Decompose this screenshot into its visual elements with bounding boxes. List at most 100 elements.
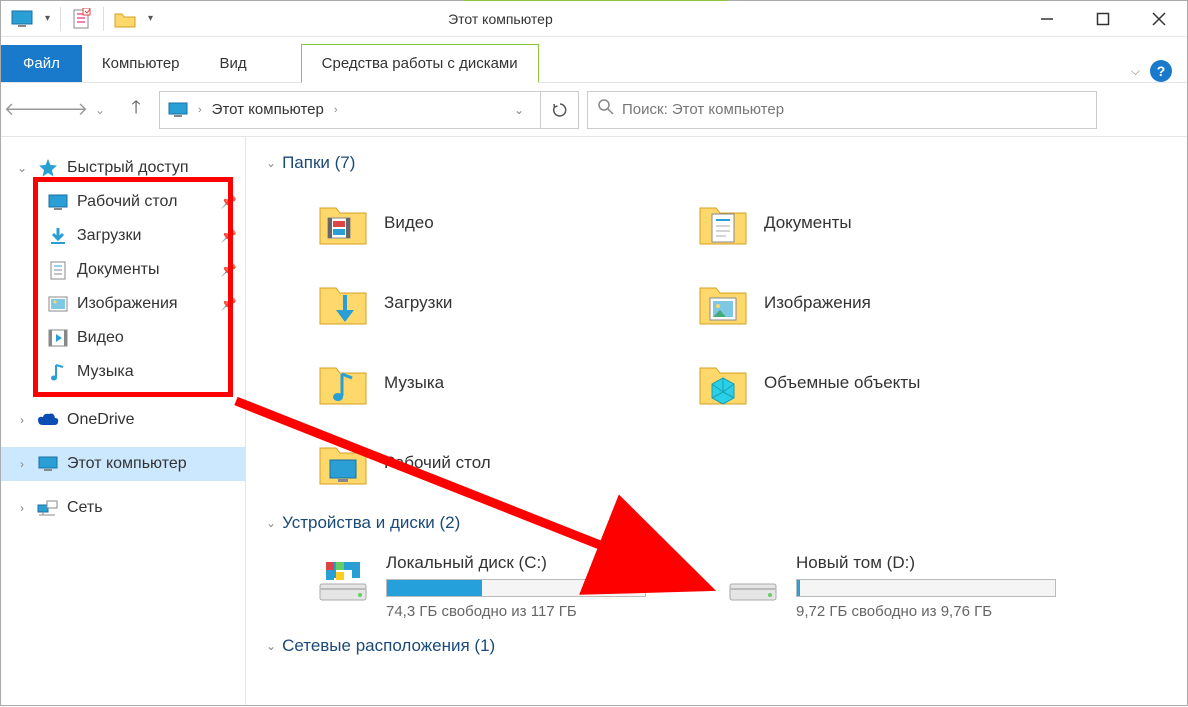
desktop-icon [47, 191, 69, 213]
window-controls [1019, 1, 1187, 36]
sidebar-item-label: Видео [77, 329, 124, 347]
close-button[interactable] [1131, 1, 1187, 36]
folder-icon [316, 276, 370, 330]
sidebar-item-label: Загрузки [77, 227, 141, 245]
maximize-button[interactable] [1075, 1, 1131, 36]
folder-icon [316, 196, 370, 250]
drives-row: Локальный диск (C:) 74,3 ГБ свободно из … [266, 543, 1167, 620]
window-title: Этот компьютер [428, 1, 1019, 36]
drive-item-c[interactable]: Локальный диск (C:) 74,3 ГБ свободно из … [266, 553, 676, 620]
drive-name: Локальный диск (C:) [386, 553, 676, 573]
sidebar-quick-access-label: Быстрый доступ [67, 159, 189, 177]
sidebar-item-desktop[interactable]: Рабочий стол 📌 [1, 185, 245, 219]
explorer-window: ▾ ▾ Управление Этот компьютер [0, 0, 1188, 706]
this-pc-icon [37, 453, 59, 475]
nav-up-button[interactable]: 🡑 [121, 95, 151, 125]
qat-properties-icon[interactable] [67, 4, 97, 34]
breadcrumb-this-pc[interactable]: Этот компьютер [212, 101, 324, 118]
drive-item-d[interactable]: Новый том (D:) 9,72 ГБ свободно из 9,76 … [676, 553, 1086, 620]
folder-item-videos[interactable]: Видео [266, 183, 646, 263]
ribbon-tab-drive-tools[interactable]: Средства работы с дисками [301, 44, 539, 83]
videos-icon [47, 327, 69, 349]
sidebar-item-downloads[interactable]: Загрузки 📌 [1, 219, 245, 253]
sidebar-this-pc[interactable]: › Этот компьютер [1, 447, 245, 481]
chevron-right-icon[interactable]: › [15, 501, 29, 515]
pin-icon: 📌 [221, 296, 237, 312]
sidebar-item-pictures[interactable]: Изображения 📌 [1, 287, 245, 321]
ribbon-tab-computer[interactable]: Компьютер [82, 45, 200, 82]
sidebar-item-label: Документы [77, 261, 159, 279]
sidebar-item-label: Сеть [67, 499, 103, 517]
sidebar-quick-access[interactable]: ⌄ Быстрый доступ [1, 151, 245, 185]
breadcrumb-root-arrow[interactable]: › [198, 104, 202, 116]
sidebar-item-label: Рабочий стол [77, 193, 177, 211]
folder-item-desktop[interactable]: Рабочий стол [266, 423, 646, 503]
folders-grid: Видео Документы Загрузки [266, 183, 1167, 503]
item-label: Объемные объекты [764, 373, 920, 393]
nav-forward-button[interactable]: 🡒 [49, 95, 79, 125]
drive-icon [726, 553, 780, 607]
refresh-button[interactable] [541, 91, 579, 129]
minimize-button[interactable] [1019, 1, 1075, 36]
drive-icon [316, 553, 370, 607]
chevron-right-icon[interactable]: › [15, 413, 29, 427]
group-header-drives[interactable]: ⌄ Устройства и диски (2) [266, 513, 1167, 533]
navigation-pane: ⌄ Быстрый доступ Рабочий стол 📌 Загрузки… [1, 137, 246, 705]
chevron-down-icon: ⌄ [266, 639, 276, 653]
address-bar[interactable]: › Этот компьютер › ⌄ [159, 91, 541, 129]
folder-item-pictures[interactable]: Изображения [646, 263, 1026, 343]
sidebar-item-music[interactable]: Музыка [1, 355, 245, 389]
folder-item-downloads[interactable]: Загрузки [266, 263, 646, 343]
item-label: Изображения [764, 293, 871, 313]
this-pc-icon [168, 102, 188, 118]
chevron-down-icon: ⌄ [266, 156, 276, 170]
folder-item-documents[interactable]: Документы [646, 183, 1026, 263]
qat-dropdown-icon[interactable]: ▾ [41, 13, 54, 24]
ribbon-collapse-icon[interactable]: ⌵ [1131, 64, 1140, 79]
ribbon-tab-view[interactable]: Вид [200, 45, 267, 82]
nav-back-button[interactable]: 🡐 [13, 95, 43, 125]
quick-access-toolbar: ▾ ▾ [1, 1, 163, 36]
nav-history-dropdown[interactable]: ⌄ [85, 95, 115, 125]
drive-usage-bar [796, 579, 1056, 597]
qat-new-folder-icon[interactable] [110, 4, 140, 34]
content-pane: ⌄ Папки (7) Видео Документы [246, 137, 1187, 705]
item-label: Загрузки [384, 293, 452, 313]
chevron-right-icon[interactable]: › [15, 457, 29, 471]
ribbon-file-tab[interactable]: Файл [1, 45, 82, 82]
item-label: Видео [384, 213, 434, 233]
network-icon [37, 497, 59, 519]
sidebar-onedrive[interactable]: › OneDrive [1, 403, 245, 437]
ribbon-context-title: Управление [463, 0, 728, 1]
address-dropdown-icon[interactable]: ⌄ [506, 103, 532, 117]
sidebar-item-videos[interactable]: Видео [1, 321, 245, 355]
search-placeholder: Поиск: Этот компьютер [622, 101, 784, 118]
help-icon[interactable]: ? [1150, 60, 1172, 82]
drive-status: 74,3 ГБ свободно из 117 ГБ [386, 603, 676, 620]
drive-usage-bar [386, 579, 646, 597]
folder-item-3d-objects[interactable]: Объемные объекты [646, 343, 1026, 423]
folder-icon [316, 356, 370, 410]
group-header-folders[interactable]: ⌄ Папки (7) [266, 153, 1167, 173]
sidebar-item-label: OneDrive [67, 411, 135, 429]
pictures-icon [47, 293, 69, 315]
downloads-icon [47, 225, 69, 247]
ribbon: Файл Компьютер Вид Средства работы с дис… [1, 37, 1187, 83]
folder-icon [696, 276, 750, 330]
sidebar-network[interactable]: › Сеть [1, 491, 245, 525]
group-header-network[interactable]: ⌄ Сетевые расположения (1) [266, 636, 1167, 656]
folder-item-music[interactable]: Музыка [266, 343, 646, 423]
folder-icon [316, 436, 370, 490]
folder-icon [696, 356, 750, 410]
folder-icon [696, 196, 750, 250]
drive-status: 9,72 ГБ свободно из 9,76 ГБ [796, 603, 1086, 620]
cloud-icon [37, 409, 59, 431]
breadcrumb-arrow[interactable]: › [334, 104, 338, 116]
chevron-down-icon[interactable]: ⌄ [15, 161, 29, 175]
search-input[interactable]: Поиск: Этот компьютер [587, 91, 1097, 129]
documents-icon [47, 259, 69, 281]
qat-customize-icon[interactable]: ▾ [144, 13, 157, 24]
qat-this-pc-icon[interactable] [7, 4, 37, 34]
sidebar-item-documents[interactable]: Документы 📌 [1, 253, 245, 287]
item-label: Рабочий стол [384, 453, 491, 473]
